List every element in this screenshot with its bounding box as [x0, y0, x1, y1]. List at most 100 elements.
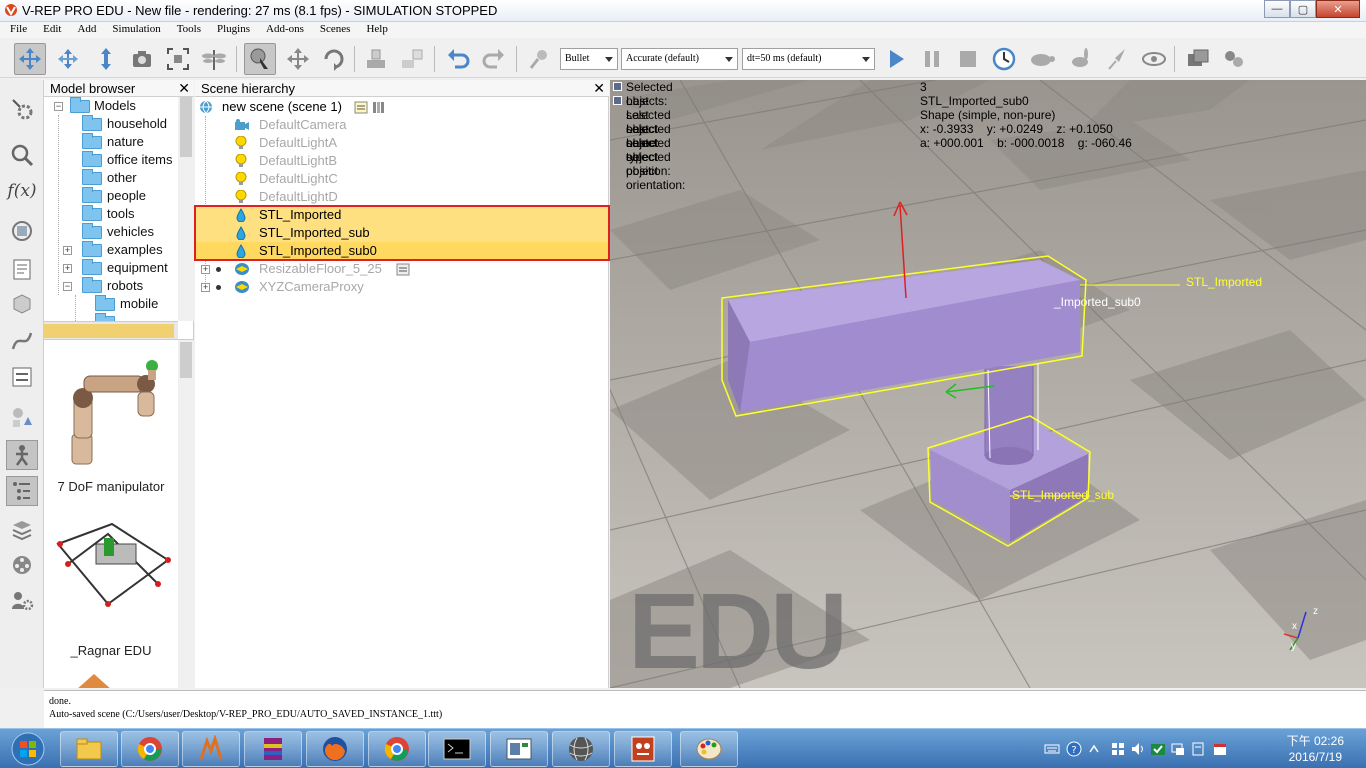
- calendar-icon[interactable]: [1212, 741, 1228, 757]
- tree-item-vehicles[interactable]: vehicles: [44, 223, 178, 241]
- fit-to-view-icon[interactable]: [162, 43, 194, 75]
- scene-item-stl-imported-sub[interactable]: STL_Imported_sub: [195, 224, 609, 242]
- dynamics-toggle-icon[interactable]: [524, 43, 556, 75]
- dragonfly-icon[interactable]: [198, 43, 230, 75]
- tree-item-other[interactable]: other: [44, 169, 178, 187]
- scene-item-stl-imported-sub0[interactable]: STL_Imported_sub0: [195, 242, 609, 260]
- menu-help[interactable]: Help: [356, 22, 393, 38]
- tree-item-equipment[interactable]: + equipment: [44, 259, 178, 277]
- taskbar-command-prompt[interactable]: [428, 731, 486, 767]
- help-icon[interactable]: ?: [1066, 741, 1082, 757]
- thumbnail-7dof-manipulator[interactable]: 7 DoF manipulator: [44, 340, 178, 500]
- accuracy-select[interactable]: Accurate (default): [621, 48, 738, 70]
- taskbar-chrome-2[interactable]: [368, 731, 426, 767]
- assemble-icon[interactable]: [360, 43, 392, 75]
- device-icon[interactable]: [1190, 741, 1206, 757]
- function-icon[interactable]: f(x): [6, 176, 38, 206]
- video-recorder-icon[interactable]: [6, 550, 38, 580]
- menu-edit[interactable]: Edit: [33, 22, 67, 38]
- stop-icon[interactable]: [952, 43, 984, 75]
- object-select-icon[interactable]: [244, 43, 276, 75]
- tray-expand-icon[interactable]: [1086, 741, 1102, 757]
- keyboard-icon[interactable]: [1044, 741, 1060, 757]
- tree-item-household[interactable]: household: [44, 115, 178, 133]
- scene-item-defaultcamera[interactable]: DefaultCamera: [195, 116, 609, 134]
- scene-viewport[interactable]: Selected objects: 3 Last selected object …: [610, 80, 1366, 688]
- taskbar-sphere-app[interactable]: [552, 731, 610, 767]
- collapse-icon[interactable]: −: [54, 102, 63, 111]
- scene-item-defaultlightc[interactable]: DefaultLightC: [195, 170, 609, 188]
- model-tree-scrollbar[interactable]: [178, 97, 194, 321]
- scene-root[interactable]: new scene (scene 1): [195, 98, 609, 116]
- tree-item-examples[interactable]: + examples: [44, 241, 178, 259]
- taskbar-firefox[interactable]: [306, 731, 364, 767]
- taskbar-vrep-edu[interactable]: [614, 731, 672, 767]
- expand-icon[interactable]: +: [63, 264, 72, 273]
- minimize-button[interactable]: —: [1264, 0, 1290, 18]
- scripts-icon[interactable]: [6, 254, 38, 284]
- shape-edit-icon[interactable]: [6, 288, 38, 318]
- speed-up-icon[interactable]: [1064, 43, 1096, 75]
- menu-addons[interactable]: Add-ons: [256, 22, 310, 38]
- visualization-toggle-icon[interactable]: [1138, 43, 1170, 75]
- user-interface-settings-icon[interactable]: [6, 586, 38, 616]
- scene-hierarchy-close-icon[interactable]: ✕: [593, 80, 605, 97]
- user-settings-icon[interactable]: [6, 362, 38, 392]
- scene-item-defaultlightb[interactable]: DefaultLightB: [195, 152, 609, 170]
- object-rotate-icon[interactable]: [318, 43, 350, 75]
- tree-item-models[interactable]: − Models: [44, 97, 178, 115]
- expand-icon[interactable]: +: [63, 246, 72, 255]
- network-icon[interactable]: [1170, 741, 1186, 757]
- redo-icon[interactable]: [478, 43, 510, 75]
- tree-item-mobile[interactable]: mobile: [44, 295, 178, 313]
- script-icon[interactable]: [396, 262, 410, 276]
- tree-item-partial[interactable]: [44, 313, 178, 321]
- realtime-icon[interactable]: [988, 43, 1020, 75]
- model-browser-toggle-icon[interactable]: [6, 440, 38, 470]
- taskbar-winrar[interactable]: [244, 731, 302, 767]
- menu-file[interactable]: File: [0, 22, 33, 38]
- scene-item-xyzcameraproxy[interactable]: + XYZCameraProxy: [195, 278, 609, 296]
- menu-plugins[interactable]: Plugins: [207, 22, 256, 38]
- timestep-select[interactable]: dt=50 ms (default): [742, 48, 875, 70]
- physics-engine-select[interactable]: Bullet: [560, 48, 618, 70]
- flag-icon[interactable]: [1110, 741, 1126, 757]
- tree-item-robots[interactable]: − robots: [44, 277, 178, 295]
- taskbar-remote-desktop[interactable]: [490, 731, 548, 767]
- thread-rendering-icon[interactable]: [1102, 43, 1134, 75]
- thumbnail-ragnar-edu[interactable]: _Ragnar EDU: [44, 510, 178, 670]
- tree-item-office-items[interactable]: office items: [44, 151, 178, 169]
- security-check-icon[interactable]: [1150, 741, 1166, 757]
- taskbar-chrome[interactable]: [121, 731, 179, 767]
- layers-icon[interactable]: [6, 514, 38, 544]
- start-button[interactable]: [4, 730, 52, 768]
- scene-item-resizablefloor[interactable]: + ResizableFloor_5_25: [195, 260, 609, 278]
- clock[interactable]: 下午 02:26 2016/7/19: [1287, 733, 1344, 765]
- taskbar-vrep[interactable]: [182, 731, 240, 767]
- menu-add[interactable]: Add: [67, 22, 102, 38]
- page-selector-icon[interactable]: [1182, 43, 1214, 75]
- close-button[interactable]: ✕: [1316, 0, 1360, 18]
- camera-pan-icon[interactable]: [14, 43, 46, 75]
- camera-angle-icon[interactable]: [126, 43, 158, 75]
- object-shift-icon[interactable]: [282, 43, 314, 75]
- maximize-button[interactable]: ▢: [1290, 0, 1316, 18]
- slow-down-icon[interactable]: [1026, 43, 1058, 75]
- undo-icon[interactable]: [442, 43, 474, 75]
- play-icon[interactable]: [880, 43, 912, 75]
- tree-item-people[interactable]: people: [44, 187, 178, 205]
- menu-simulation[interactable]: Simulation: [102, 22, 166, 38]
- script-icon[interactable]: [354, 100, 368, 114]
- collections-icon[interactable]: [6, 216, 38, 246]
- volume-icon[interactable]: [1130, 741, 1146, 757]
- tree-item-nature[interactable]: nature: [44, 133, 178, 151]
- collapse-icon[interactable]: −: [63, 282, 72, 291]
- model-browser-close-icon[interactable]: ✕: [178, 80, 190, 97]
- scene-settings-icon[interactable]: [372, 100, 386, 114]
- path-edit-icon[interactable]: [6, 326, 38, 356]
- menu-tools[interactable]: Tools: [167, 22, 207, 38]
- expand-icon[interactable]: +: [201, 265, 210, 274]
- camera-shift-icon[interactable]: [90, 43, 122, 75]
- pause-icon[interactable]: [916, 43, 948, 75]
- thumbnail-scrollbar[interactable]: [178, 340, 194, 688]
